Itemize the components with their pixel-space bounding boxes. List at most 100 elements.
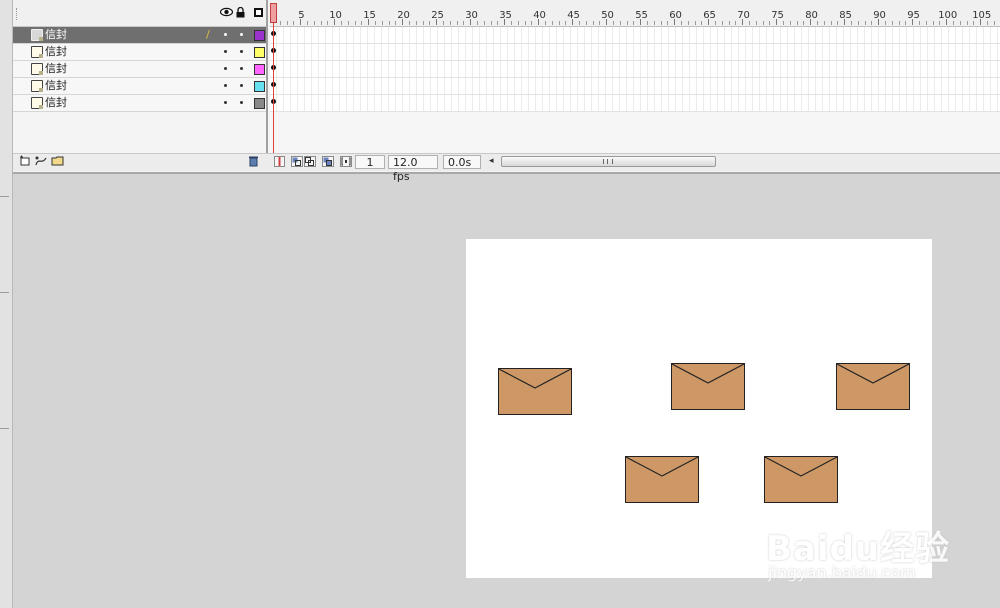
- new-layer-icon[interactable]: [19, 155, 31, 170]
- ruler-label: 70: [737, 10, 750, 21]
- frame-grid[interactable]: [270, 27, 1000, 112]
- layer-row[interactable]: 信封: [13, 61, 266, 78]
- frame-row[interactable]: [270, 44, 1000, 61]
- layer-name: 信封: [45, 62, 67, 75]
- frame-row[interactable]: [270, 27, 1000, 44]
- ruler-tick: [755, 21, 757, 25]
- ruler-tick: [769, 21, 771, 25]
- ruler-label: 105: [972, 10, 992, 21]
- lock-toggle[interactable]: [240, 33, 243, 36]
- outline-color-swatch[interactable]: [254, 98, 265, 109]
- outline-color-swatch[interactable]: [254, 81, 265, 92]
- ruler-tick: [409, 21, 410, 25]
- outline-color-swatch[interactable]: [254, 47, 265, 58]
- onion-skin-outlines-icon[interactable]: [304, 156, 316, 167]
- ruler-tick: [626, 21, 628, 25]
- lock-toggle[interactable]: [240, 101, 243, 104]
- lock-toggle[interactable]: [240, 67, 243, 70]
- visibility-toggle[interactable]: [224, 84, 227, 87]
- ruler-tick: [783, 21, 784, 25]
- ruler-tick: [857, 21, 859, 25]
- ruler-tick: [973, 21, 975, 25]
- ruler-tick: [429, 21, 431, 25]
- outline-icon[interactable]: [254, 8, 263, 17]
- envelope-icon[interactable]: [625, 456, 699, 503]
- timeline-scrollbar[interactable]: [501, 156, 716, 167]
- ruler-tick: [851, 21, 852, 25]
- layer-header: [13, 0, 266, 27]
- ruler-tick: [483, 21, 485, 25]
- envelope-icon[interactable]: [671, 363, 745, 410]
- layer-row[interactable]: 信封: [13, 95, 266, 112]
- ruler-tick: [891, 21, 893, 25]
- frame-row[interactable]: [270, 61, 1000, 78]
- eye-icon[interactable]: [219, 7, 234, 20]
- ruler-tick: [585, 21, 587, 25]
- ruler-tick: [803, 21, 805, 25]
- layer-type-icon: [31, 46, 43, 58]
- ruler-tick: [987, 21, 988, 25]
- ruler-tick: [959, 21, 961, 25]
- ruler-tick: [728, 21, 730, 25]
- modify-onion-markers-icon[interactable]: [340, 156, 352, 167]
- center-frame-icon[interactable]: [274, 156, 285, 167]
- lock-icon[interactable]: [236, 6, 245, 22]
- layer-name: 信封: [45, 96, 67, 109]
- add-guide-layer-icon[interactable]: [34, 155, 48, 170]
- visibility-toggle[interactable]: [224, 101, 227, 104]
- new-folder-icon[interactable]: [51, 155, 64, 169]
- lock-toggle[interactable]: [240, 50, 243, 53]
- layer-type-icon: [31, 80, 43, 92]
- frame-rate-field[interactable]: 12.0 fps: [388, 155, 438, 183]
- panel-notch: [0, 292, 9, 293]
- panel-grip[interactable]: [16, 8, 19, 20]
- panel-notch: [0, 428, 9, 429]
- layer-row[interactable]: 信封: [13, 44, 266, 61]
- ruler-tick: [939, 21, 941, 25]
- layer-name: 信封: [45, 45, 67, 58]
- trash-icon[interactable]: [248, 155, 259, 170]
- pencil-icon: /: [206, 28, 210, 41]
- layer-row[interactable]: 信封 /: [13, 27, 266, 44]
- frame-row[interactable]: [270, 95, 1000, 112]
- current-frame-field[interactable]: 1: [355, 155, 385, 169]
- ruler-tick: [932, 21, 934, 25]
- layer-name: 信封: [45, 79, 67, 92]
- ruler-tick: [735, 21, 737, 25]
- outline-color-swatch[interactable]: [254, 30, 265, 41]
- layer-row[interactable]: 信封: [13, 78, 266, 95]
- visibility-toggle[interactable]: [224, 50, 227, 53]
- ruler-tick: [327, 21, 329, 25]
- ruler-tick: [511, 21, 512, 25]
- ruler-label: 50: [601, 10, 614, 21]
- envelope-icon[interactable]: [836, 363, 910, 410]
- ruler-tick: [415, 21, 417, 25]
- panel-divider[interactable]: [266, 0, 268, 155]
- visibility-toggle[interactable]: [224, 67, 227, 70]
- onion-skin-icon[interactable]: [291, 156, 303, 167]
- playhead[interactable]: [270, 3, 277, 23]
- scrollbar-grip[interactable]: [603, 159, 613, 164]
- envelope-icon[interactable]: [764, 456, 838, 503]
- ruler-tick: [905, 21, 907, 25]
- ruler-tick: [443, 21, 444, 25]
- ruler-tick: [871, 21, 873, 25]
- edit-multiple-frames-icon[interactable]: [322, 156, 334, 167]
- frame-row[interactable]: [270, 78, 1000, 95]
- lock-toggle[interactable]: [240, 84, 243, 87]
- frame-ruler[interactable]: 5 10 15 20 25 30 35 40 45 50 55 60 65 70 75 80 85 90 95 100…: [270, 0, 1000, 27]
- ruler-tick: [796, 21, 798, 25]
- ruler-tick: [721, 21, 723, 25]
- ruler-label: 30: [465, 10, 478, 21]
- ruler-tick: [524, 21, 526, 25]
- left-panel-edge: [0, 0, 13, 608]
- ruler-tick: [381, 21, 383, 25]
- layer-type-icon: [31, 63, 43, 75]
- scroll-left-icon[interactable]: ◂: [489, 156, 494, 166]
- visibility-toggle[interactable]: [224, 33, 227, 36]
- envelope-icon[interactable]: [498, 368, 572, 415]
- layer-type-icon: [31, 97, 43, 109]
- ruler-tick: [490, 21, 492, 25]
- outline-color-swatch[interactable]: [254, 64, 265, 75]
- ruler-tick: [613, 21, 614, 25]
